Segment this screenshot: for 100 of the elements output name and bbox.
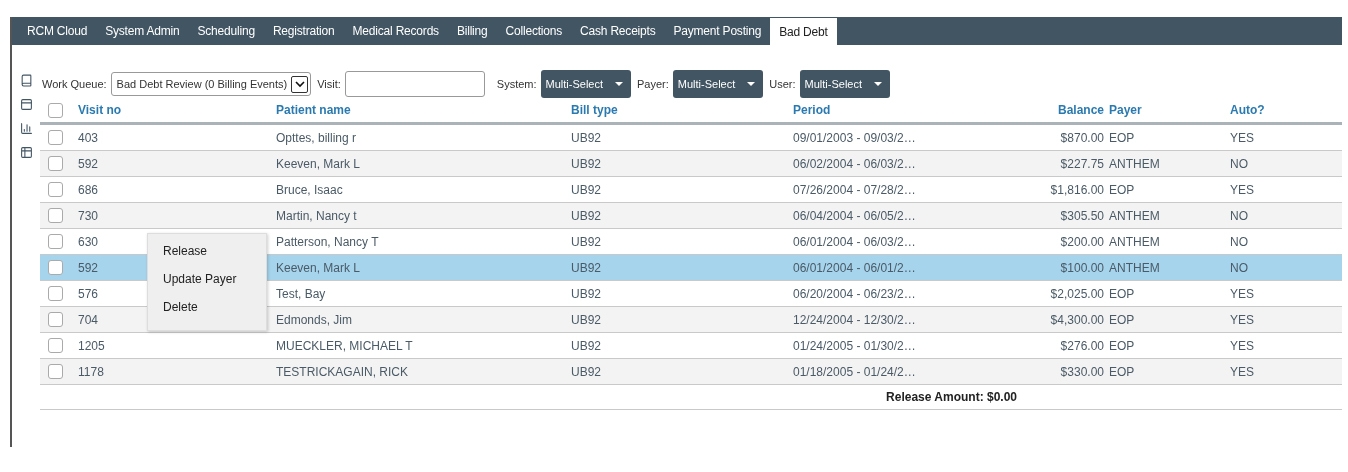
- table-cell-text: UB92: [571, 312, 603, 327]
- visit-field[interactable]: [344, 71, 485, 97]
- table-cell-text: ANTHEM: [1108, 260, 1161, 275]
- user-select[interactable]: Multi-Select: [799, 70, 891, 98]
- table-cell-text: $2,025.00: [1049, 286, 1104, 301]
- row-checkbox[interactable]: [48, 260, 63, 275]
- row-checkbox[interactable]: [48, 182, 63, 197]
- bar-chart-icon[interactable]: [19, 122, 33, 135]
- field-label: System:: [496, 78, 537, 90]
- column-header[interactable]: Balance: [1019, 103, 1104, 117]
- table-cell-text: ANTHEM: [1108, 156, 1161, 171]
- table-cell-text: MUECKLER, MICHAEL T: [276, 338, 414, 353]
- row-checkbox[interactable]: [48, 156, 63, 171]
- table-cell-text: 730: [78, 208, 100, 223]
- row-checkbox[interactable]: [48, 130, 63, 145]
- row-checkbox[interactable]: [48, 286, 63, 301]
- table-cell-text: $305.50: [1059, 208, 1104, 223]
- table-cell-text: Bruce, Isaac: [276, 182, 344, 197]
- table-cell-text: NO: [1230, 208, 1249, 223]
- column-header[interactable]: Patient name: [276, 103, 570, 117]
- table-cell-text: 12/24/2004 - 12/30/2…: [793, 312, 917, 327]
- table-cell-text: YES: [1230, 364, 1255, 379]
- table-cell-text: $330.00: [1059, 364, 1104, 379]
- table-cell-text: 07/26/2004 - 07/28/2…: [793, 182, 917, 197]
- table-cell-text: EOP: [1108, 130, 1136, 145]
- column-header[interactable]: Payer: [1105, 103, 1229, 117]
- caret-icon: [747, 81, 756, 87]
- table-cell-text: $870.00: [1059, 130, 1104, 145]
- column-header[interactable]: Period: [793, 103, 1018, 117]
- table-cell-text: Opttes, billing r: [276, 130, 358, 145]
- table-cell-text: YES: [1230, 338, 1255, 353]
- column-header[interactable]: Bill type: [571, 103, 792, 117]
- row-checkbox[interactable]: [48, 312, 63, 327]
- table-cell-text: 01/24/2005 - 01/30/2…: [793, 338, 917, 353]
- field-label: Work Queue:: [42, 78, 107, 90]
- table-cell-text: $276.00: [1059, 338, 1104, 353]
- system-select[interactable]: Multi-Select: [540, 70, 632, 98]
- table-row[interactable]: 1178 TESTRICKAGAIN, RICK UB92 01/18/2005 - 01/24/2… $330.00 EOP YES: [40, 359, 1342, 385]
- table-cell-text: 704: [78, 312, 100, 327]
- table-cell-text: UB92: [571, 338, 603, 353]
- table-cell-text: UB92: [571, 156, 603, 171]
- table-cell-text: EOP: [1108, 338, 1136, 353]
- table-cell-text: UB92: [571, 234, 603, 249]
- payer-select[interactable]: Multi-Select: [672, 70, 764, 98]
- table-cell-text: Patterson, Nancy T: [276, 234, 380, 249]
- table-row[interactable]: 730 Martin, Nancy t UB92 06/04/2004 - 06/05/2… $305.50 ANTHEM NO: [40, 203, 1342, 229]
- table-row[interactable]: 592 Keeven, Mark L UB92 06/02/2004 - 06/03/2… $227.75 ANTHEM NO: [40, 151, 1342, 177]
- table-cell-text: Edmonds, Jim: [276, 312, 354, 327]
- select-all-checkbox[interactable]: [48, 102, 63, 118]
- table-cell-text: $4,300.00: [1049, 312, 1104, 327]
- nav-tab[interactable]: Scheduling: [188, 17, 264, 45]
- book-icon[interactable]: [19, 74, 33, 87]
- table-cell-text: EOP: [1108, 312, 1136, 327]
- table-cell-text: $1,816.00: [1049, 182, 1104, 197]
- table-cell-text: 686: [78, 182, 100, 197]
- table-cell-text: 06/02/2004 - 06/03/2…: [793, 156, 917, 171]
- work-queue-select[interactable]: Bad Debt Review (0 Billing Events): [110, 72, 312, 96]
- nav-tab[interactable]: Payment Posting: [664, 17, 771, 45]
- table-cell-text: 09/01/2003 - 09/03/2…: [793, 130, 917, 145]
- nav-tab[interactable]: Bad Debt: [770, 18, 837, 45]
- table-cell-text: 06/01/2004 - 06/03/2…: [793, 234, 917, 249]
- release-amount: Release Amount: $0.00: [886, 390, 1017, 404]
- table-cell-text: Martin, Nancy t: [276, 208, 358, 223]
- nav-tab[interactable]: Medical Records: [343, 17, 448, 45]
- table-cell-text: $200.00: [1059, 234, 1104, 249]
- table-cell-text: 06/04/2004 - 06/05/2…: [793, 208, 917, 223]
- table-cell-text: YES: [1230, 130, 1255, 145]
- column-header[interactable]: Auto?: [1230, 103, 1342, 117]
- field-label: Payer:: [637, 78, 669, 90]
- table-cell-text: UB92: [571, 364, 603, 379]
- table-cell-text: Keeven, Mark L: [276, 260, 362, 275]
- table-cell-text: YES: [1230, 286, 1255, 301]
- panel-icon[interactable]: [19, 98, 33, 111]
- nav-tab[interactable]: Registration: [263, 17, 344, 45]
- caret-icon: [615, 81, 624, 87]
- nav-tab[interactable]: Collections: [496, 17, 572, 45]
- table-cell-text: EOP: [1108, 364, 1136, 379]
- row-checkbox[interactable]: [48, 364, 63, 379]
- table-cell-text: NO: [1230, 234, 1249, 249]
- nav-tab[interactable]: Billing: [447, 17, 497, 45]
- caret-icon: [874, 81, 883, 87]
- table-cell-text: 576: [78, 286, 100, 301]
- table-cell-text: 403: [78, 130, 100, 145]
- nav-tab[interactable]: Cash Receipts: [571, 17, 665, 45]
- row-checkbox[interactable]: [48, 338, 63, 353]
- table-cell-text: 1205: [78, 338, 106, 353]
- table-cell-text: UB92: [571, 286, 603, 301]
- nav-tab[interactable]: System Admin: [96, 17, 189, 45]
- table-cell-text: UB92: [571, 208, 603, 223]
- table-cell-text: Keeven, Mark L: [276, 156, 362, 171]
- column-header[interactable]: Visit no: [78, 103, 275, 117]
- table-cell-text: 06/20/2004 - 06/23/2…: [793, 286, 917, 301]
- table-cell-text: 592: [78, 156, 100, 171]
- table-cell-text: ANTHEM: [1108, 234, 1161, 249]
- nav-tab[interactable]: RCM Cloud: [18, 17, 97, 45]
- table-cell-text: ANTHEM: [1108, 208, 1161, 223]
- row-checkbox[interactable]: [48, 208, 63, 223]
- caret-icon: [291, 75, 309, 93]
- row-checkbox[interactable]: [48, 234, 63, 249]
- table-icon[interactable]: [19, 146, 33, 159]
